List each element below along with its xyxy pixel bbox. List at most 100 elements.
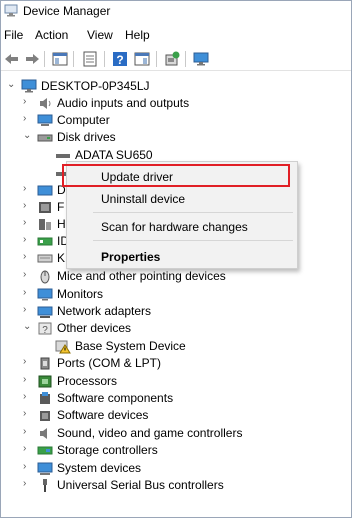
tree-item-label: Processors xyxy=(57,374,118,388)
show-hide-console-tree-icon[interactable] xyxy=(51,50,69,68)
tree-item-monitors[interactable]: › Monitors xyxy=(1,286,341,303)
monitor-icon xyxy=(37,288,53,301)
usb-icon xyxy=(43,479,47,492)
tree-item-mice[interactable]: › Mice and other pointing devices xyxy=(1,268,341,285)
chevron-right-icon[interactable]: › xyxy=(23,200,33,214)
system-device-icon xyxy=(37,462,53,475)
tree-root[interactable]: ⌄ DESKTOP-0P345LJ xyxy=(1,78,341,95)
toolbar-separator xyxy=(104,51,105,67)
tree-item-label: Audio inputs and outputs xyxy=(57,96,190,110)
chevron-right-icon[interactable]: › xyxy=(23,461,33,475)
unknown-device-icon: ? xyxy=(38,322,52,336)
tree-item-label: F xyxy=(57,200,65,214)
mouse-icon xyxy=(40,270,50,284)
properties-icon[interactable] xyxy=(81,50,99,68)
menu-separator xyxy=(93,212,293,213)
chevron-down-icon[interactable]: ⌄ xyxy=(7,79,17,93)
chevron-right-icon[interactable]: › xyxy=(23,251,33,265)
chevron-down-icon[interactable]: ⌄ xyxy=(23,321,33,335)
tree-item-system-devices[interactable]: › System devices xyxy=(1,460,341,477)
device-manager-app-icon xyxy=(4,4,18,17)
tree-item-storage-controllers[interactable]: › Storage controllers xyxy=(1,442,341,459)
menu-help[interactable]: Help xyxy=(125,28,150,42)
tree-item-label: Universal Serial Bus controllers xyxy=(57,478,224,492)
tree-item-processors[interactable]: › Processors xyxy=(1,373,341,390)
tree-item-label: Software devices xyxy=(57,408,149,422)
menu-file[interactable]: File xyxy=(4,28,23,42)
menu-view[interactable]: View xyxy=(87,28,113,42)
chevron-right-icon[interactable]: › xyxy=(23,234,33,248)
keyboard-icon xyxy=(37,254,53,263)
tree-item-audio[interactable]: › Audio inputs and outputs xyxy=(1,95,341,112)
chevron-right-icon[interactable]: › xyxy=(23,217,33,231)
tree-item-label: Software components xyxy=(57,391,174,405)
tree-item-sound-video-game[interactable]: › Sound, video and game controllers xyxy=(1,425,341,442)
ide-icon xyxy=(37,237,53,246)
chevron-right-icon[interactable]: › xyxy=(23,374,33,388)
action-pane-icon[interactable] xyxy=(133,50,151,68)
svg-text:?: ? xyxy=(116,53,123,67)
warning-device-icon xyxy=(55,340,71,354)
tree-item-software-devices[interactable]: › Software devices xyxy=(1,407,341,424)
tree-item-label: Disk drives xyxy=(57,130,116,144)
chevron-right-icon[interactable]: › xyxy=(23,96,33,110)
tree-item-software-components[interactable]: › Software components xyxy=(1,390,341,407)
tree-item-label: K xyxy=(57,251,66,265)
chevron-right-icon[interactable]: › xyxy=(23,391,33,405)
storage-controller-icon xyxy=(37,446,53,455)
monitor-icon[interactable] xyxy=(192,50,210,68)
tree-item-label: Network adapters xyxy=(57,304,152,318)
chevron-right-icon[interactable]: › xyxy=(23,426,33,440)
toolbar-separator xyxy=(185,51,186,67)
menu-item-uninstall-device[interactable]: Uninstall device xyxy=(101,192,185,206)
tree-item-label: Monitors xyxy=(57,287,104,301)
chevron-right-icon[interactable]: › xyxy=(23,478,33,492)
tree-item-label: Sound, video and game controllers xyxy=(57,426,243,440)
forward-arrow-icon[interactable] xyxy=(23,50,41,68)
tree-item-other-devices[interactable]: ⌄ ? Other devices xyxy=(1,320,341,337)
update-driver-highlight xyxy=(62,164,290,187)
tree-item-label: Other devices xyxy=(57,321,132,335)
chevron-right-icon[interactable]: › xyxy=(23,408,33,422)
menu-item-scan-hardware[interactable]: Scan for hardware changes xyxy=(101,220,248,234)
chevron-right-icon[interactable]: › xyxy=(23,269,33,283)
tree-item-disk-drives[interactable]: ⌄ Disk drives xyxy=(1,129,341,146)
tree-item-network-adapters[interactable]: › Network adapters xyxy=(1,303,341,320)
svg-text:?: ? xyxy=(42,325,48,336)
tree-item-usb-controllers[interactable]: › Universal Serial Bus controllers xyxy=(1,477,341,494)
processor-icon xyxy=(38,375,52,388)
chevron-down-icon[interactable]: ⌄ xyxy=(23,130,33,144)
chevron-right-icon[interactable]: › xyxy=(23,287,33,301)
tree-item-label: Base System Device xyxy=(75,339,186,353)
menu-action[interactable]: Action xyxy=(35,28,68,42)
chevron-right-icon[interactable]: › xyxy=(23,443,33,457)
tree-item-ports[interactable]: › Ports (COM & LPT) xyxy=(1,355,341,372)
speaker-icon xyxy=(40,98,51,109)
menu-separator xyxy=(93,240,293,241)
hid-icon xyxy=(39,219,51,230)
display-adapter-icon xyxy=(37,185,53,196)
chevron-right-icon[interactable]: › xyxy=(23,304,33,318)
help-icon[interactable]: ? xyxy=(111,50,129,68)
tree-item-label: System devices xyxy=(57,461,142,475)
network-icon xyxy=(37,306,53,318)
tree-item-disk-2[interactable] xyxy=(1,165,70,182)
computer-icon xyxy=(37,114,53,126)
chevron-right-icon[interactable]: › xyxy=(23,183,33,197)
toolbar-separator xyxy=(44,51,45,67)
menu-item-properties[interactable]: Properties xyxy=(101,250,160,264)
scan-hardware-icon[interactable] xyxy=(163,50,181,68)
port-icon xyxy=(40,357,50,370)
sound-icon xyxy=(40,428,47,439)
disk-drive-icon xyxy=(37,134,53,142)
chevron-right-icon[interactable]: › xyxy=(23,356,33,370)
device-tree: ⌄ DESKTOP-0P345LJ › Audio inputs and out… xyxy=(1,75,351,517)
chevron-right-icon[interactable]: › xyxy=(23,113,33,127)
window-title: Device Manager xyxy=(23,4,111,18)
tree-item-computer[interactable]: › Computer xyxy=(1,112,341,129)
back-arrow-icon[interactable] xyxy=(3,50,21,68)
tree-item-label: H xyxy=(57,217,66,231)
tree-item-label: Ports (COM & LPT) xyxy=(57,356,162,370)
tree-item-base-system-device[interactable]: Base System Device xyxy=(1,338,341,355)
tree-item-label: ADATA SU650 xyxy=(75,148,153,162)
